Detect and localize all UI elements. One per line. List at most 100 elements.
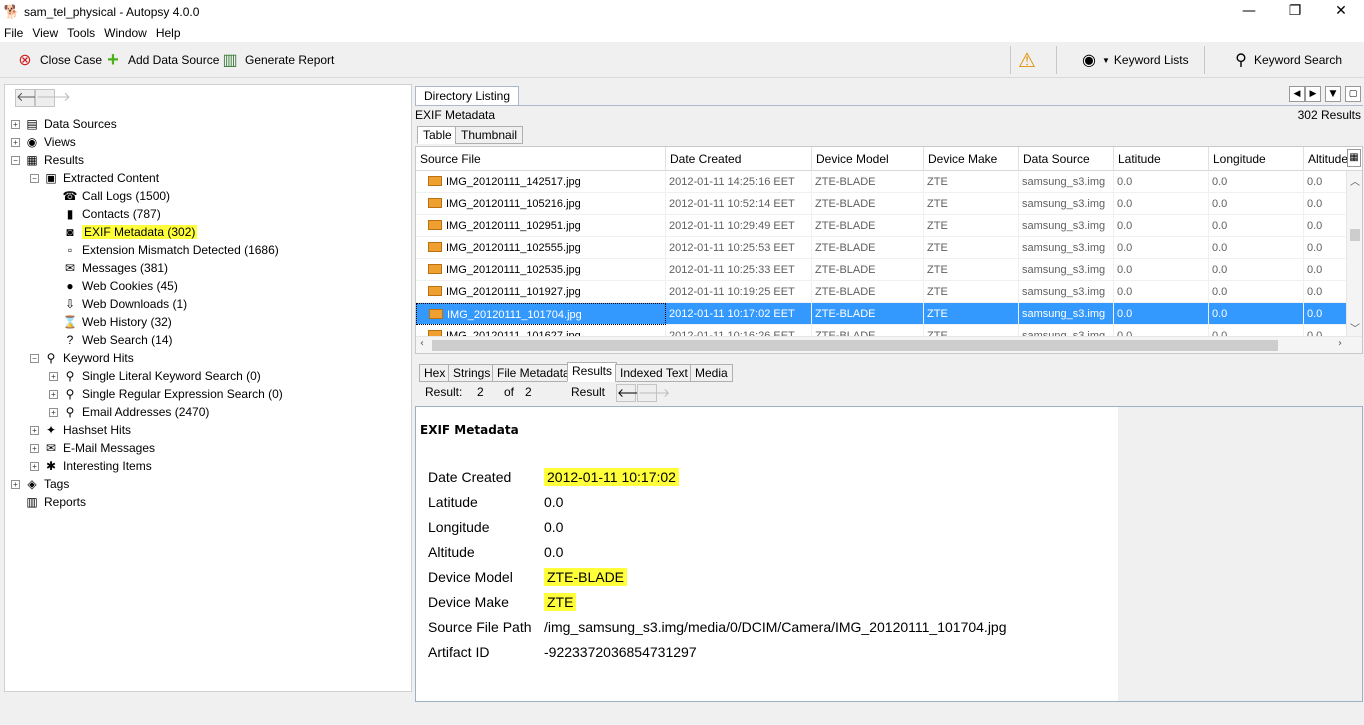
tree-item-label: Single Literal Keyword Search (0) xyxy=(82,369,261,383)
tree-item[interactable]: ✉ Messages (381) xyxy=(49,259,168,277)
tree-toggle[interactable]: + xyxy=(30,461,39,471)
horizontal-scroll-thumb[interactable] xyxy=(432,340,1278,351)
tab-table[interactable]: Table xyxy=(417,126,458,144)
tab-indexed-text[interactable]: Indexed Text xyxy=(615,364,693,382)
table-row[interactable]: IMG_20120111_101927.jpg 2012-01-11 10:19:… xyxy=(416,281,1346,303)
tree-toggle[interactable]: + xyxy=(30,443,39,453)
tab-divider xyxy=(415,105,1363,106)
menu-view[interactable]: View xyxy=(28,26,63,40)
directory-listing-tab[interactable]: Directory Listing xyxy=(415,86,520,106)
column-header[interactable]: Date Created xyxy=(666,147,812,171)
close-window-button[interactable]: ✕ xyxy=(1318,0,1364,24)
generate-report-button[interactable]: ▥ Generate Report xyxy=(219,48,334,72)
tab-thumbnail[interactable]: Thumbnail xyxy=(455,126,524,144)
tree-toggle[interactable]: − xyxy=(30,173,39,183)
table-cell: 0.0 xyxy=(1114,303,1209,325)
table-row[interactable]: IMG_20120111_102535.jpg 2012-01-11 10:25:… xyxy=(416,259,1346,281)
tab-strings[interactable]: Strings xyxy=(448,364,496,382)
tree-item[interactable]: + ⚲ Single Regular Expression Search (0) xyxy=(49,385,283,403)
tree-toggle[interactable]: + xyxy=(30,425,39,435)
column-header[interactable]: Device Model xyxy=(812,147,924,171)
cell-text: IMG_20120111_105216.jpg xyxy=(446,198,581,210)
cell-text: 0.0 xyxy=(1212,220,1228,232)
table-row[interactable]: IMG_20120111_105216.jpg 2012-01-11 10:52:… xyxy=(416,193,1346,215)
close-case-button[interactable]: ⊗ Close Case xyxy=(14,48,102,72)
horizontal-scrollbar[interactable]: ‹ › xyxy=(416,336,1362,353)
minimize-button[interactable]: — xyxy=(1226,0,1272,24)
table-cell: 2012-01-11 10:19:25 EET xyxy=(666,281,812,303)
tree-item[interactable]: ▮ Contacts (787) xyxy=(49,205,161,223)
tree-item[interactable]: ⇩ Web Downloads (1) xyxy=(49,295,187,313)
maximize-icon[interactable]: ▢ xyxy=(1345,86,1361,102)
restore-button[interactable]: ❐ xyxy=(1272,0,1318,24)
column-header[interactable]: Latitude xyxy=(1114,147,1209,171)
next-result-icon[interactable]: 🡒 xyxy=(637,384,670,402)
tree-item[interactable]: + ✦ Hashset Hits xyxy=(30,421,131,439)
tab-media[interactable]: Media xyxy=(690,364,733,382)
tree-item[interactable]: − ▦ Results xyxy=(11,151,84,169)
tree-item[interactable]: + ✉ E-Mail Messages xyxy=(30,439,155,457)
tree-toggle[interactable]: − xyxy=(11,155,20,165)
vertical-scroll-thumb[interactable] xyxy=(1350,229,1360,241)
tree-item[interactable]: ▫ Extension Mismatch Detected (1686) xyxy=(49,241,279,259)
tree-item[interactable]: + ⚲ Single Literal Keyword Search (0) xyxy=(49,367,261,385)
tab-hex[interactable]: Hex xyxy=(419,364,451,382)
menu-file[interactable]: File xyxy=(0,26,28,40)
menu-tools[interactable]: Tools xyxy=(63,26,100,40)
cell-text: ZTE-BLADE xyxy=(815,242,876,254)
tree-toggle[interactable]: + xyxy=(49,407,58,417)
scroll-right-arrow-icon[interactable]: › xyxy=(1338,338,1342,349)
tree-item[interactable]: ? Web Search (14) xyxy=(49,331,173,349)
table-header: Source File Date Created Device Model Devic… xyxy=(416,147,1362,171)
table-row[interactable]: IMG_20120111_142517.jpg 2012-01-11 14:25:… xyxy=(416,171,1346,193)
scroll-down-icon[interactable]: ﹀ xyxy=(1350,320,1360,335)
tree-item[interactable]: − ⚲ Keyword Hits xyxy=(30,349,134,367)
cell-text: ZTE-BLADE xyxy=(815,286,876,298)
tree-item[interactable]: + ◉ Views xyxy=(11,133,76,151)
tree-toggle[interactable]: + xyxy=(11,119,20,129)
tree-toggle[interactable]: + xyxy=(49,389,58,399)
tree-toggle[interactable]: − xyxy=(30,353,39,363)
scroll-left-arrow-icon[interactable]: ‹ xyxy=(420,338,424,349)
tree-item[interactable]: + ◈ Tags xyxy=(11,475,69,493)
column-header[interactable]: Longitude xyxy=(1209,147,1304,171)
add-data-source-button[interactable]: + Add Data Source xyxy=(102,48,219,72)
result-word: Result xyxy=(571,385,606,399)
scroll-up-icon[interactable]: ︿ xyxy=(1350,173,1360,188)
tree-item[interactable]: ◙ EXIF Metadata (302) xyxy=(49,223,198,241)
tree-item[interactable]: + ▤ Data Sources xyxy=(11,115,117,133)
vertical-scrollbar[interactable]: ︿ ﹀ xyxy=(1346,171,1362,337)
column-header[interactable]: Data Source xyxy=(1019,147,1114,171)
column-header[interactable]: Source File xyxy=(416,147,666,171)
table-row[interactable]: IMG_20120111_101704.jpg 2012-01-11 10:17:… xyxy=(416,303,1346,325)
tree-item[interactable]: ⌛ Web History (32) xyxy=(49,313,172,331)
tree-toggle[interactable]: + xyxy=(49,371,58,381)
tree-toggle[interactable]: + xyxy=(11,137,20,147)
column-chooser-icon[interactable]: ▦ xyxy=(1347,149,1361,167)
forward-arrow-icon[interactable]: 🡒 xyxy=(35,89,71,107)
property-name: Source File Path xyxy=(428,619,532,635)
previous-result-icon[interactable]: 🡐 xyxy=(616,384,649,402)
back-arrow-icon[interactable]: 🡐 xyxy=(15,89,51,107)
table-row[interactable]: IMG_20120111_102951.jpg 2012-01-11 10:29:… xyxy=(416,215,1346,237)
keyword-lists-button[interactable]: ◉ ▼ Keyword Lists xyxy=(1080,48,1189,72)
tree-item[interactable]: − ▣ Extracted Content xyxy=(30,169,159,187)
keyword-search-button[interactable]: ⚲ Keyword Search xyxy=(1232,48,1342,72)
tree-toggle[interactable]: + xyxy=(11,479,20,489)
tree-item[interactable]: + ⚲ Email Addresses (2470) xyxy=(49,403,209,421)
column-header[interactable]: Device Make xyxy=(924,147,1019,171)
tree-item[interactable]: ☎ Call Logs (1500) xyxy=(49,187,171,205)
tab-file-metadata[interactable]: File Metadata xyxy=(492,364,575,382)
menu-window[interactable]: Window xyxy=(100,26,152,40)
menu-help[interactable]: Help xyxy=(152,26,186,40)
scroll-right-icon[interactable]: ▶ xyxy=(1305,86,1321,102)
table-row[interactable]: IMG_20120111_102555.jpg 2012-01-11 10:25:… xyxy=(416,237,1346,259)
tree-item[interactable]: ● Web Cookies (45) xyxy=(49,277,177,295)
tree-item[interactable]: ▥ Reports xyxy=(11,493,86,511)
tab-results[interactable]: Results xyxy=(567,362,618,382)
tree-item[interactable]: + ✱ Interesting Items xyxy=(30,457,152,475)
window-list-icon[interactable]: ▼ xyxy=(1325,86,1341,102)
warning-button[interactable]: ⚠ xyxy=(1016,48,1042,72)
scroll-left-icon[interactable]: ◀ xyxy=(1289,86,1305,102)
cell-text: 0.0 xyxy=(1307,220,1323,232)
